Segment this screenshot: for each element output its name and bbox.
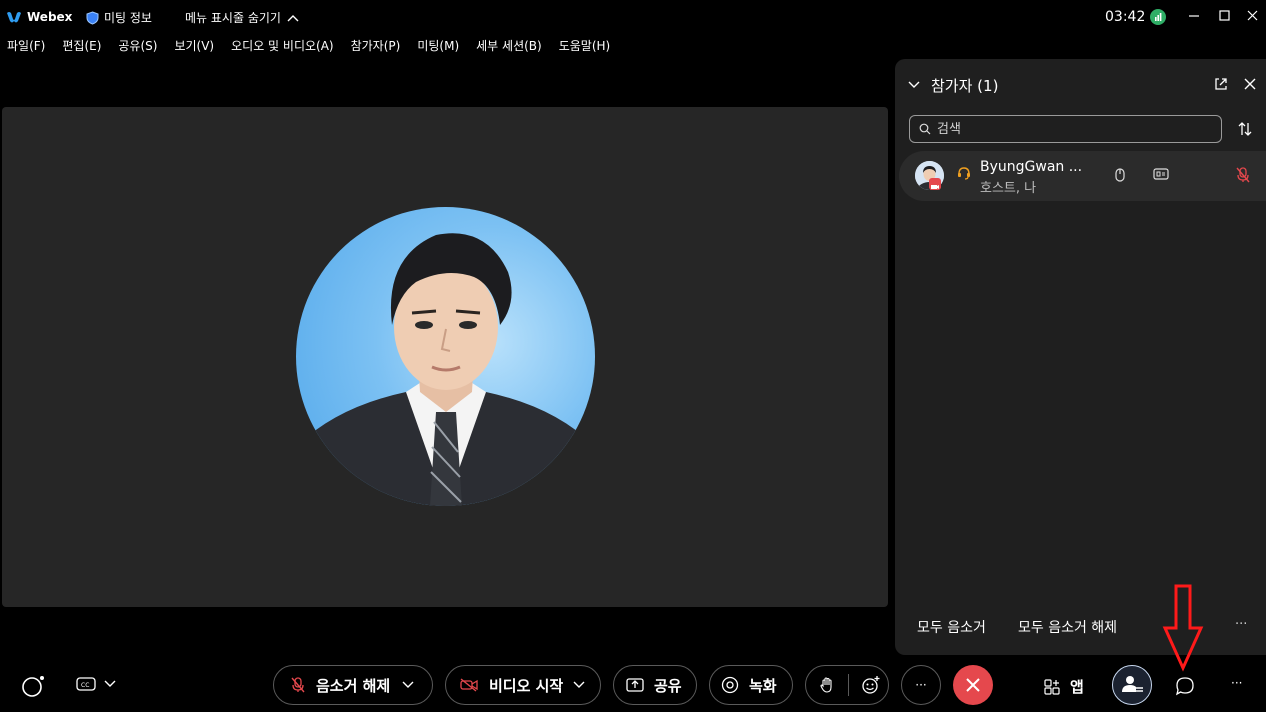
unmute-button[interactable]: 음소거 해제	[273, 665, 433, 705]
title-bar: Webex 미팅 정보 메뉴 표시줄 숨기기 03:42	[0, 0, 1266, 34]
app-title: Webex	[27, 10, 73, 24]
muted-microphone-icon	[291, 677, 305, 693]
meeting-info-button[interactable]: 미팅 정보	[86, 9, 152, 26]
panel-title: 참가자 (1)	[931, 77, 999, 95]
share-label: 공유	[654, 676, 682, 695]
chevron-down-icon[interactable]	[573, 681, 585, 689]
search-box	[909, 115, 1222, 143]
close-icon	[966, 678, 980, 692]
search-icon	[919, 123, 931, 135]
chevron-down-icon[interactable]	[907, 77, 921, 91]
start-video-label: 비디오 시작	[489, 676, 564, 695]
captions-button[interactable]: CC	[76, 676, 116, 692]
ai-assistant-icon[interactable]	[21, 675, 45, 697]
participant-name: ByungGwan ...	[980, 159, 1083, 175]
popout-icon[interactable]	[1213, 76, 1229, 92]
menu-file[interactable]: 파일(F)	[7, 37, 45, 57]
record-icon	[721, 676, 739, 694]
start-video-button[interactable]: 비디오 시작	[445, 665, 601, 705]
record-label: 녹화	[749, 676, 777, 695]
menu-edit[interactable]: 편집(E)	[62, 37, 101, 57]
unmute-label: 음소거 해제	[316, 676, 391, 695]
participant-avatar-large	[296, 207, 595, 506]
menu-participants[interactable]: 참가자(P)	[351, 37, 401, 57]
chevron-down-icon[interactable]	[402, 681, 414, 689]
reactions-group	[805, 665, 889, 705]
more-options-button[interactable]: ···	[901, 665, 941, 705]
apps-label: 앱	[1070, 678, 1084, 696]
profile-photo	[296, 233, 595, 506]
hide-menu-bar-button[interactable]: 메뉴 표시줄 숨기기	[185, 9, 299, 26]
overflow-menu-button[interactable]: ···	[1231, 676, 1242, 690]
raise-hand-icon[interactable]	[818, 676, 836, 694]
meeting-info-label: 미팅 정보	[104, 11, 152, 25]
share-button[interactable]: 공유	[613, 665, 697, 705]
shield-icon	[86, 10, 99, 25]
participants-icon	[1122, 676, 1143, 692]
divider	[848, 674, 849, 696]
menu-view[interactable]: 보기(V)	[174, 37, 214, 57]
participants-toggle-button[interactable]	[1112, 665, 1152, 705]
maximize-icon[interactable]	[1213, 6, 1237, 26]
apps-icon	[1044, 678, 1060, 695]
apps-button[interactable]: 앱	[1043, 676, 1084, 697]
search-input[interactable]	[937, 120, 1207, 138]
meeting-timer: 03:42	[1105, 9, 1146, 25]
closed-captions-icon: CC	[76, 677, 96, 691]
close-icon[interactable]	[1242, 76, 1258, 92]
more-label: ···	[915, 678, 927, 692]
minimize-icon[interactable]	[1183, 6, 1207, 26]
share-icon	[626, 678, 644, 692]
hide-menu-label: 메뉴 표시줄 숨기기	[185, 11, 281, 25]
menu-share[interactable]: 공유(S)	[118, 37, 157, 57]
menu-audio-video[interactable]: 오디오 및 비디오(A)	[231, 37, 333, 57]
mute-all-button[interactable]: 모두 음소거	[917, 617, 986, 637]
chevron-down-icon	[104, 680, 116, 687]
webex-logo-icon	[7, 12, 21, 23]
mouse-icon	[1115, 168, 1125, 182]
svg-text:CC: CC	[81, 682, 89, 689]
menu-bar: 파일(F) 편집(E) 공유(S) 보기(V) 오디오 및 비디오(A) 참가자…	[0, 37, 620, 57]
host-headset-icon	[958, 167, 970, 180]
video-stage	[2, 107, 888, 607]
annotation-arrow-icon	[1162, 584, 1204, 672]
panel-more-button[interactable]: ···	[1235, 617, 1247, 632]
chevron-up-icon	[287, 14, 299, 21]
participants-panel: 참가자 (1) 검색 ByungGwan ... 호스트, 나 모두 음소거 모…	[895, 59, 1266, 655]
participant-role: 호스트, 나	[980, 181, 1037, 196]
menu-breakout[interactable]: 세부 세션(B)	[476, 37, 542, 57]
participant-row[interactable]: ByungGwan ... 호스트, 나	[899, 151, 1266, 201]
video-off-badge-icon	[929, 178, 941, 190]
unmute-all-button[interactable]: 모두 음소거 해제	[1018, 617, 1117, 637]
connection-signal-icon[interactable]	[1150, 9, 1166, 25]
menu-help[interactable]: 도움말(H)	[559, 37, 611, 57]
captions-icon	[1153, 168, 1169, 180]
record-button[interactable]: 녹화	[709, 665, 793, 705]
emoji-reaction-icon[interactable]	[861, 675, 881, 695]
chat-icon[interactable]	[1175, 676, 1195, 696]
muted-microphone-icon[interactable]	[1235, 166, 1251, 184]
end-call-button[interactable]	[953, 665, 993, 705]
video-off-icon	[460, 678, 478, 692]
menu-meeting[interactable]: 미팅(M)	[417, 37, 459, 57]
close-window-icon[interactable]	[1241, 6, 1265, 26]
sort-icon[interactable]	[1237, 121, 1253, 137]
